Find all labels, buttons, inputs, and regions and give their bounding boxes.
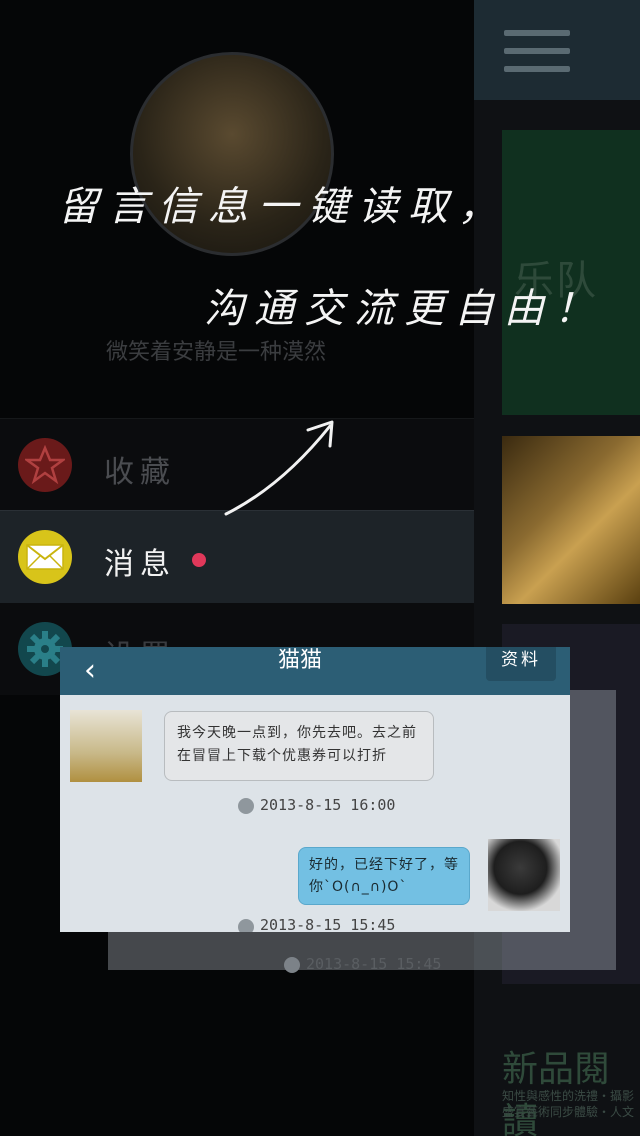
menu-item-label: 收藏: [104, 455, 176, 490]
message-time: 2013-8-15 16:00: [260, 796, 396, 814]
arrow-icon: [224, 420, 334, 516]
clock-icon: [284, 957, 300, 973]
clock-icon: [238, 919, 254, 932]
contact-avatar[interactable]: [70, 710, 142, 782]
message-bubble-incoming: 我今天晚一点到，你先去吧。去之前在冒冒上下载个优惠券可以打折: [164, 711, 434, 781]
menu-item-label: 消息: [104, 547, 176, 582]
guitarist-image[interactable]: [502, 436, 640, 604]
promo-headline-line2: 沟通交流更自由！: [204, 286, 604, 332]
chat-preview: ‹ 猫猫 资料 我今天晚一点到，你先去吧。去之前在冒冒上下载个优惠券可以打折 2…: [60, 647, 570, 932]
menu-icon[interactable]: [504, 30, 570, 36]
new-books-subtitle: 知性與感性的洗禮・攝影 盛宴藝術同步體驗・人文: [502, 1089, 635, 1119]
user-signature: 微笑着安静是一种漠然: [106, 340, 327, 365]
star-icon: [18, 438, 72, 492]
chat-header: ‹ 猫猫 资料: [60, 647, 570, 695]
my-avatar[interactable]: [488, 839, 560, 911]
profile-button[interactable]: 资料: [486, 647, 556, 681]
message-bubble-outgoing: 好的，已经下好了，等你`O(∩_∩)O`: [298, 847, 470, 905]
menu-icon-bar: [504, 48, 570, 54]
chat-title: 猫猫: [277, 648, 322, 673]
menu-item-messages[interactable]: 消息: [0, 510, 474, 604]
envelope-icon: [18, 530, 72, 584]
message-time: 2013-8-15 15:45: [306, 955, 442, 973]
top-bar: [474, 0, 640, 100]
clock-icon: [238, 798, 254, 814]
menu-icon-bar: [504, 66, 570, 72]
promo-headline-line1: 留言信息一键读取，: [58, 184, 508, 230]
message-time: 2013-8-15 15:45: [260, 916, 396, 932]
unread-badge: [192, 553, 206, 567]
